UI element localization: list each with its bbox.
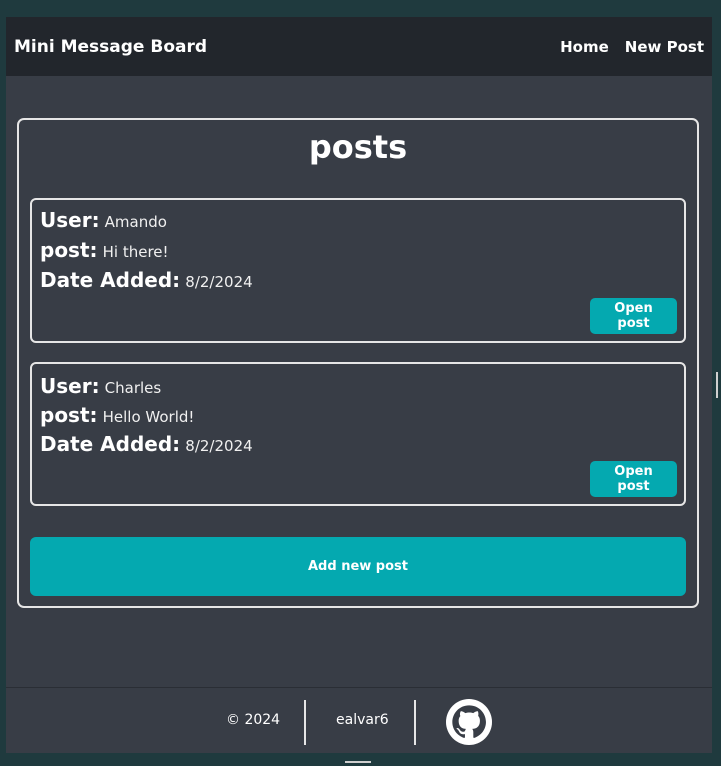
user-value: Charles [104,379,162,397]
author-name: ealvar6 [336,712,389,728]
bottom-resize-handle[interactable] [345,761,371,763]
nav-link-new-post[interactable]: New Post [625,38,704,56]
open-post-button[interactable]: Open post [590,298,677,334]
window-resize-handle[interactable] [716,372,718,398]
post-card: User: Charles post: Hello World! Date Ad… [30,362,686,506]
post-user-line: User: Amando [40,208,167,232]
post-card: User: Amando post: Hi there! Date Added:… [30,198,686,343]
post-date-line: Date Added: 8/2/2024 [40,268,253,292]
date-label: Date Added: [40,268,181,292]
page-title: posts [308,128,408,166]
brand-title[interactable]: Mini Message Board [14,37,207,57]
footer: © 2024 ealvar6 [6,687,712,753]
post-label: post: [40,403,98,427]
github-icon[interactable] [446,699,492,745]
add-new-post-button[interactable]: Add new post [30,537,686,596]
post-value: Hi there! [102,243,169,261]
app-window: Mini Message Board Home New Post posts U… [6,17,712,753]
footer-divider [304,700,306,745]
navbar: Mini Message Board Home New Post [6,17,712,76]
post-message-line: post: Hello World! [40,403,194,427]
user-label: User: [40,208,100,232]
user-value: Amando [104,213,167,231]
open-post-button[interactable]: Open post [590,461,677,497]
date-value: 8/2/2024 [185,437,253,455]
post-label: post: [40,238,98,262]
post-value: Hello World! [102,408,195,426]
nav-link-home[interactable]: Home [560,38,609,56]
post-user-line: User: Charles [40,374,161,398]
date-label: Date Added: [40,432,181,456]
posts-container: posts User: Amando post: Hi there! Date … [17,118,699,608]
post-message-line: post: Hi there! [40,238,169,262]
date-value: 8/2/2024 [185,273,253,291]
nav-links: Home New Post [560,38,704,56]
copyright-text: © 2024 [226,712,281,728]
post-date-line: Date Added: 8/2/2024 [40,432,253,456]
user-label: User: [40,374,100,398]
footer-divider [414,700,416,745]
